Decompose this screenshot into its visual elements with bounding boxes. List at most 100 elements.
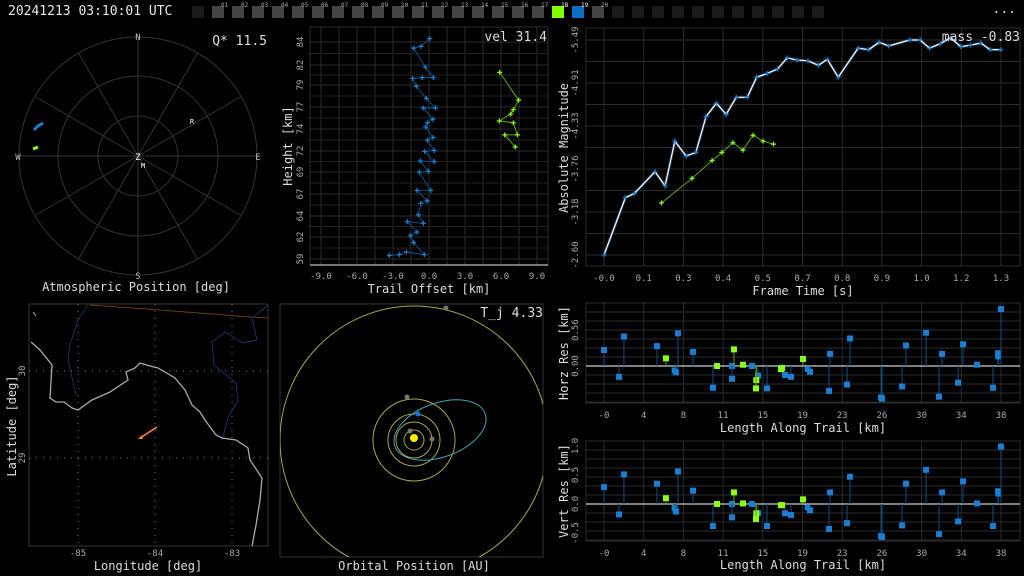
mass-metric: mass -0.83 bbox=[942, 30, 1020, 45]
x-tick-label: -0 bbox=[599, 549, 610, 559]
map-panel bbox=[28, 303, 269, 547]
data-point bbox=[760, 138, 766, 144]
residual-marker bbox=[807, 507, 814, 514]
residual-marker bbox=[674, 468, 681, 475]
x-tick-label: 1.0 bbox=[913, 274, 929, 284]
sun bbox=[410, 434, 418, 442]
residual-marker bbox=[899, 522, 906, 529]
x-tick-label: 1.3 bbox=[993, 274, 1009, 284]
secondary-track bbox=[32, 145, 39, 151]
y-tick-label: 74 bbox=[296, 124, 306, 135]
polar-tracks bbox=[32, 121, 44, 151]
residual-marker bbox=[672, 369, 679, 376]
orbit-xlabel: Orbital Position [AU] bbox=[338, 559, 490, 573]
y-tick-label: -2.60 bbox=[571, 241, 581, 268]
magnitude-ylabel: Absolute Magnitude bbox=[557, 83, 571, 213]
vert-ylabel: Vert Res [km] bbox=[557, 444, 571, 538]
x-tick-label: -85 bbox=[70, 549, 86, 559]
series-line bbox=[389, 38, 437, 257]
residual-marker bbox=[620, 471, 627, 478]
y-tick-label: 0.5 bbox=[571, 467, 581, 483]
magnitude-xlabel: Frame Time [s] bbox=[752, 284, 853, 298]
residual-marker bbox=[753, 385, 760, 392]
residual-marker bbox=[782, 510, 789, 517]
residual-marker bbox=[788, 512, 795, 519]
dashboard-plots: N S E W Z R M Q* 11.5 Atmospheric Positi… bbox=[5, 26, 1021, 573]
residual-marker bbox=[936, 393, 943, 400]
residual-marker bbox=[690, 487, 697, 494]
x-tick-label: 3.0 bbox=[457, 272, 473, 282]
residual-marker bbox=[714, 363, 721, 369]
residual-marker bbox=[749, 363, 756, 369]
radiant-label: R bbox=[190, 118, 195, 126]
residual-marker bbox=[672, 508, 679, 515]
x-tick-label: 23 bbox=[837, 411, 848, 421]
x-tick-label: 8 bbox=[681, 411, 686, 421]
residual-marker bbox=[730, 489, 737, 496]
meteor-ground-track-end bbox=[138, 435, 143, 439]
residual-marker bbox=[826, 387, 833, 394]
horz-xlabel: Length Along Trail [km] bbox=[720, 421, 886, 435]
residual-marker bbox=[995, 490, 1002, 497]
residual-marker bbox=[779, 364, 786, 371]
residual-marker bbox=[939, 350, 946, 357]
data-point bbox=[510, 120, 516, 126]
residual-marker bbox=[749, 501, 756, 507]
x-tick-label: 8 bbox=[681, 549, 686, 559]
planet bbox=[407, 428, 413, 434]
coastline bbox=[30, 341, 263, 547]
x-tick-label: 26 bbox=[876, 411, 887, 421]
residual-marker bbox=[653, 480, 660, 487]
residual-marker bbox=[674, 330, 681, 337]
x-tick-label: 38 bbox=[996, 411, 1007, 421]
compass-e: E bbox=[255, 153, 260, 163]
residual-marker bbox=[878, 534, 885, 541]
vert-xlabel: Length Along Trail [km] bbox=[720, 558, 886, 572]
data-point bbox=[998, 47, 1004, 53]
x-tick-label: 0.9 bbox=[874, 274, 890, 284]
x-tick-label: 0.3 bbox=[675, 274, 691, 284]
x-tick-label: 15 bbox=[757, 411, 768, 421]
y-tick-label: 59 bbox=[296, 254, 306, 265]
planet bbox=[429, 436, 435, 442]
x-tick-label: 38 bbox=[996, 549, 1007, 559]
x-tick-label: 34 bbox=[956, 549, 967, 559]
moon-label: M bbox=[141, 162, 145, 170]
x-tick-label: 0.5 bbox=[755, 274, 771, 284]
planet bbox=[443, 305, 449, 311]
residual-marker bbox=[939, 489, 946, 496]
residual-marker bbox=[753, 516, 760, 523]
residual-marker bbox=[662, 355, 669, 362]
map-xlabel: Longitude [deg] bbox=[94, 559, 202, 573]
x-tick-label: -6.0 bbox=[346, 272, 368, 282]
y-tick-label: 64 bbox=[296, 211, 306, 222]
residual-marker bbox=[728, 514, 735, 521]
height-xlabel: Trail Offset [km] bbox=[368, 282, 491, 296]
x-tick-label: 34 bbox=[956, 411, 967, 421]
x-tick-label: 4 bbox=[641, 411, 646, 421]
residual-marker bbox=[923, 466, 930, 473]
residual-marker bbox=[616, 511, 623, 518]
x-tick-label: 30 bbox=[916, 411, 927, 421]
y-tick-label: -3.18 bbox=[571, 198, 581, 225]
y-tick-label: -4.91 bbox=[571, 69, 581, 96]
residual-marker bbox=[903, 342, 910, 349]
x-tick-label: 11 bbox=[718, 411, 729, 421]
y-tick-label: 0.00 bbox=[571, 355, 581, 377]
map-ylabel: Latitude [deg] bbox=[5, 375, 19, 476]
residual-marker bbox=[955, 518, 962, 525]
coastline bbox=[32, 311, 37, 317]
polar-title: Atmospheric Position [deg] bbox=[42, 280, 230, 294]
magnitude-plot: -0.0 0.1 0.3 0.4 0.5 0.7 0.8 0.9 1.0 1.2 1.3 -5.49 -… bbox=[571, 26, 1021, 284]
residual-marker bbox=[709, 523, 716, 530]
residual-marker bbox=[779, 502, 786, 509]
residual-marker bbox=[997, 443, 1004, 450]
residual-marker bbox=[827, 350, 834, 357]
x-tick-label: -9.0 bbox=[310, 272, 332, 282]
residual-marker bbox=[616, 373, 623, 380]
y-tick-label: 84 bbox=[296, 37, 306, 48]
y-tick-label: 0.0 bbox=[571, 496, 581, 512]
residual-marker bbox=[728, 375, 735, 382]
data-point bbox=[420, 220, 426, 226]
residual-marker bbox=[709, 384, 716, 391]
